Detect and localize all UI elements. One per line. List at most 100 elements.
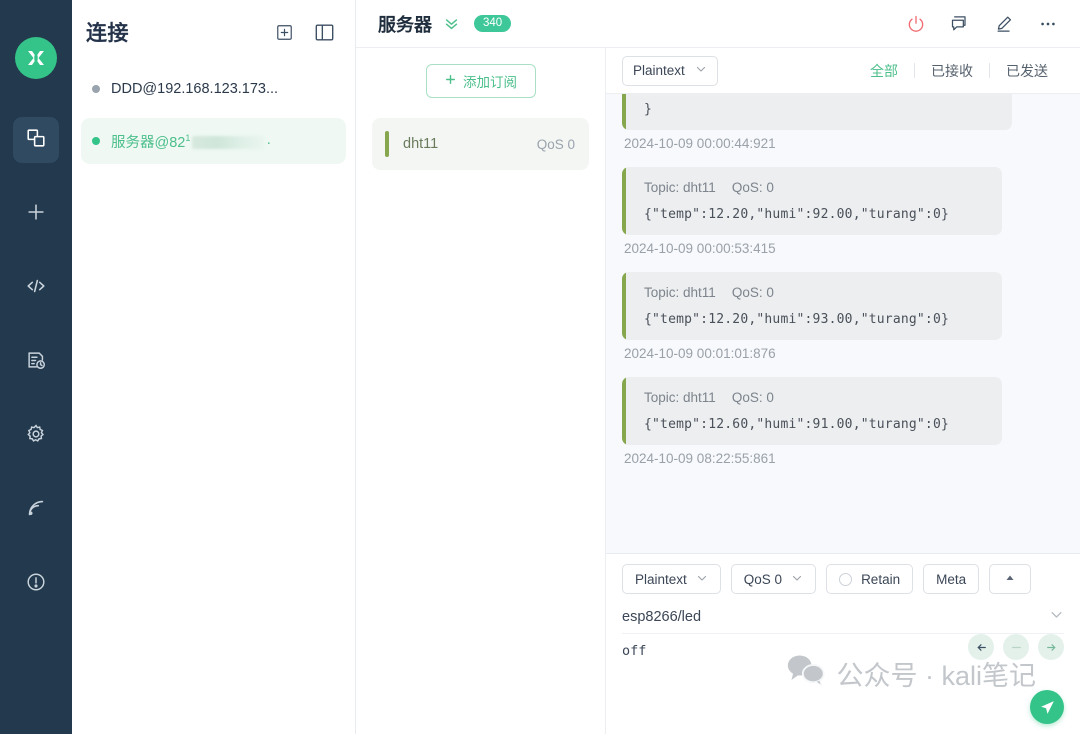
- connection-item-ddd[interactable]: DDD@192.168.123.173...: [81, 66, 346, 112]
- broadcast-icon: [25, 497, 47, 524]
- publish-meta-button[interactable]: Meta: [923, 564, 980, 594]
- connections-panel: 连接 DDD@192.168.123.173... 服务器@821 ·: [72, 0, 356, 734]
- main-header-actions: [906, 14, 1058, 34]
- chevron-down-icon: [791, 572, 803, 587]
- tab-sent[interactable]: 已发送: [990, 62, 1064, 80]
- sidebar-item-new-connection[interactable]: [13, 191, 59, 237]
- chevron-down-icon: [695, 63, 707, 78]
- subscription-qos: QoS 0: [536, 136, 575, 152]
- message-payload: {"temp":12.20,"humi":93.00,"turang":0}: [644, 312, 950, 327]
- subscription-topic: dht11: [403, 136, 439, 152]
- redacted-text: [192, 136, 265, 150]
- publish-retain-label: Retain: [861, 571, 901, 587]
- connections-header-actions: [275, 23, 335, 42]
- message-topic: Topic: dht11: [644, 390, 716, 405]
- arrow-right-icon[interactable]: [1038, 634, 1064, 660]
- mqttx-logo-icon: [15, 37, 57, 79]
- connection-item-server[interactable]: 服务器@821 ·: [81, 118, 346, 164]
- edit-icon[interactable]: [994, 14, 1014, 34]
- message-qos: QoS: 0: [731, 180, 774, 195]
- publish-meta-label: Meta: [936, 571, 967, 587]
- sidebar-item-about[interactable]: [13, 561, 59, 607]
- message-timestamp: 2024-10-09 00:00:44:921: [624, 136, 776, 151]
- connections-header: 连接: [72, 6, 355, 58]
- sidebar-item-log[interactable]: [13, 339, 59, 385]
- publish-topic-row: [622, 600, 1064, 634]
- message-topic: Topic: dht11: [644, 285, 716, 300]
- message-bubble[interactable]: Topic: dht11 QoS: 0 {"temp":12.20,"humi":…: [622, 167, 1002, 235]
- message-timestamp: 2024-10-09 00:00:53:415: [624, 241, 776, 256]
- more-icon[interactable]: [1038, 14, 1058, 34]
- message-meta: Topic: dht11 QoS: 0: [644, 390, 986, 405]
- publish-qos-value: QoS 0: [743, 571, 783, 587]
- connection-title: 服务器: [378, 14, 432, 35]
- sidebar-item-scripts[interactable]: [13, 265, 59, 311]
- connection-name: DDD@192.168.123.173...: [111, 81, 279, 97]
- status-dot-offline: [92, 85, 100, 93]
- add-subscription-button[interactable]: 添加订阅: [425, 64, 536, 98]
- power-icon[interactable]: [906, 14, 926, 34]
- publish-topic-input[interactable]: [622, 608, 1049, 625]
- subscription-item[interactable]: dht11 QoS 0: [372, 118, 589, 170]
- publish-bar: Plaintext QoS 0 Retain Meta esp8266/led …: [606, 553, 1080, 734]
- sidebar-item-connections[interactable]: [13, 117, 59, 163]
- message-timestamp: 2024-10-09 08:22:55:861: [624, 451, 776, 466]
- messages-toolbar: Plaintext 全部 已接收 已发送: [606, 48, 1080, 94]
- connections-list: DDD@192.168.123.173... 服务器@821 ·: [72, 58, 355, 170]
- message-payload: {"temp":12.60,"humi":91.00,"turang":0}: [644, 417, 950, 432]
- message-qos: QoS: 0: [731, 285, 774, 300]
- tab-all[interactable]: 全部: [854, 62, 914, 80]
- plus-icon: [444, 73, 457, 89]
- tab-received[interactable]: 已接收: [915, 62, 989, 80]
- message-bubble[interactable]: {"temp":12.20,"humi":92.00,"turang":21} …: [622, 94, 1012, 130]
- status-dot-online: [92, 137, 100, 145]
- message-format-select[interactable]: Plaintext: [622, 55, 718, 86]
- messages-list: {"temp":12.20,"humi":92.00,"turang":21} …: [622, 94, 1064, 466]
- chevron-down-icon[interactable]: [1049, 607, 1064, 627]
- message-filter-tabs: 全部 已接收 已发送: [854, 62, 1064, 80]
- main-panel: 服务器 340 添加订阅 dht11 QoS 0 Plaintext 全部 已接…: [356, 0, 1080, 734]
- message-format-value: Plaintext: [633, 63, 685, 78]
- panel-toggle-icon[interactable]: [314, 23, 335, 42]
- connections-icon: [25, 127, 47, 154]
- radio-icon: [839, 572, 853, 586]
- publish-format-select[interactable]: Plaintext: [622, 564, 721, 594]
- message-meta: Topic: dht11 QoS: 0: [644, 285, 986, 300]
- message-payload: {"temp":12.20,"humi":92.00,"turang":0}: [644, 207, 950, 222]
- chevron-up-icon: [1004, 572, 1016, 587]
- message-qos: QoS: 0: [731, 390, 774, 405]
- code-icon: [25, 275, 47, 302]
- minus-icon[interactable]: [1003, 634, 1029, 660]
- main-body: 添加订阅 dht11 QoS 0 Plaintext 全部 已接收 已发送} …: [356, 48, 1080, 734]
- sidebar-item-settings[interactable]: [13, 413, 59, 459]
- plus-box-icon[interactable]: [275, 23, 294, 42]
- subscription-color-bar: [385, 131, 389, 157]
- subscriptions-panel: 添加订阅 dht11 QoS 0: [356, 48, 606, 734]
- message-bubble[interactable]: Topic: dht11 QoS: 0 {"temp":12.20,"humi":…: [622, 272, 1002, 340]
- info-icon: [25, 571, 47, 598]
- send-button[interactable]: [1030, 690, 1064, 724]
- sidebar-item-broadcast[interactable]: [13, 487, 59, 533]
- message-count-badge: 340: [474, 15, 512, 32]
- arrow-left-icon[interactable]: [968, 634, 994, 660]
- plus-icon: [25, 201, 47, 228]
- publish-format-value: Plaintext: [635, 571, 687, 587]
- connection-name: 服务器@821 ·: [111, 132, 272, 151]
- double-chevron-down-icon[interactable]: [443, 15, 460, 32]
- app-root: 连接 DDD@192.168.123.173... 服务器@821 · 服务器 …: [0, 0, 1080, 734]
- publish-qos-select[interactable]: QoS 0: [730, 564, 817, 594]
- log-icon: [25, 349, 47, 376]
- rail-items: [0, 117, 72, 635]
- page-title: 连接: [86, 22, 129, 45]
- publish-payload-row: [622, 634, 1064, 734]
- message-timestamp: 2024-10-09 00:01:01:876: [624, 346, 776, 361]
- message-bubble[interactable]: Topic: dht11 QoS: 0 {"temp":12.60,"humi":…: [622, 377, 1002, 445]
- chat-icon[interactable]: [950, 14, 970, 34]
- left-rail: [0, 0, 72, 734]
- message-payload-tail: }: [644, 102, 653, 117]
- messages-scroll-area[interactable]: {"temp":12.20,"humi":92.00,"turang":21} …: [606, 94, 1080, 553]
- publish-retain-toggle[interactable]: Retain: [826, 564, 914, 594]
- publish-collapse-button[interactable]: [989, 564, 1032, 594]
- messages-column: Plaintext 全部 已接收 已发送} 2024-10-09 00:00:…: [606, 48, 1080, 734]
- main-header: 服务器 340: [356, 0, 1080, 48]
